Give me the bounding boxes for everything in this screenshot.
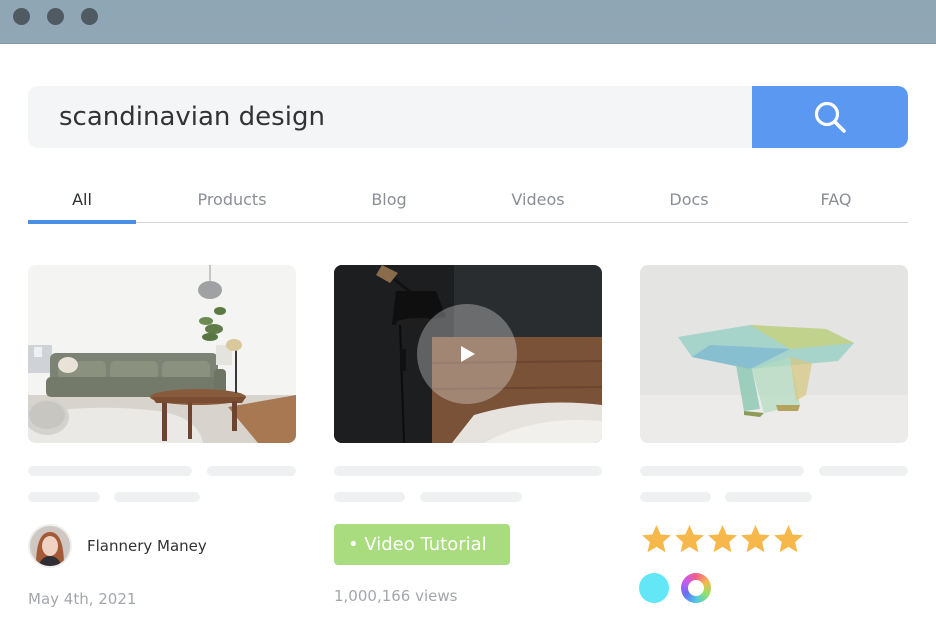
color-swatch-multicolor[interactable]	[681, 573, 711, 603]
avatar[interactable]	[28, 524, 72, 568]
star-icon	[741, 525, 770, 553]
star-icon	[774, 525, 803, 553]
star-rating	[640, 523, 805, 555]
tab-products[interactable]: Products	[178, 182, 286, 222]
tab-all[interactable]: All	[28, 182, 136, 224]
placeholder-line	[114, 492, 200, 502]
placeholder-line	[334, 466, 602, 476]
placeholder-line	[334, 492, 405, 502]
star-icon	[642, 525, 671, 553]
result-tabs: All Products Blog Videos Docs FAQ	[28, 182, 908, 224]
placeholder-line	[28, 492, 100, 502]
tab-faq[interactable]: FAQ	[782, 182, 890, 222]
placeholder-line	[819, 466, 908, 476]
window-close-button[interactable]	[13, 8, 30, 25]
window-titlebar	[0, 0, 936, 44]
glass-table-image[interactable]	[640, 265, 908, 443]
placeholder-line	[207, 466, 296, 476]
tab-videos[interactable]: Videos	[484, 182, 592, 222]
view-count: 1,000,166 views	[334, 587, 458, 605]
color-swatch-cyan[interactable]	[639, 573, 669, 603]
placeholder-line	[725, 492, 812, 502]
search-button[interactable]	[752, 86, 908, 148]
living-room-image[interactable]	[28, 265, 296, 443]
star-icon	[675, 525, 704, 553]
placeholder-line	[640, 492, 711, 502]
placeholder-line	[640, 466, 804, 476]
search-bar	[28, 86, 908, 148]
search-input[interactable]	[28, 86, 752, 148]
star-icon	[708, 525, 737, 553]
post-date: May 4th, 2021	[28, 590, 137, 608]
play-button[interactable]	[417, 304, 517, 404]
author-name[interactable]: Flannery Maney	[87, 537, 207, 555]
placeholder-line	[28, 466, 192, 476]
tab-blog[interactable]: Blog	[335, 182, 443, 222]
tab-docs[interactable]: Docs	[635, 182, 743, 222]
window-minimize-button[interactable]	[47, 8, 64, 25]
video-tutorial-badge[interactable]: • Video Tutorial	[334, 524, 510, 565]
placeholder-line	[420, 492, 522, 502]
window-maximize-button[interactable]	[81, 8, 98, 25]
search-icon	[814, 101, 846, 133]
